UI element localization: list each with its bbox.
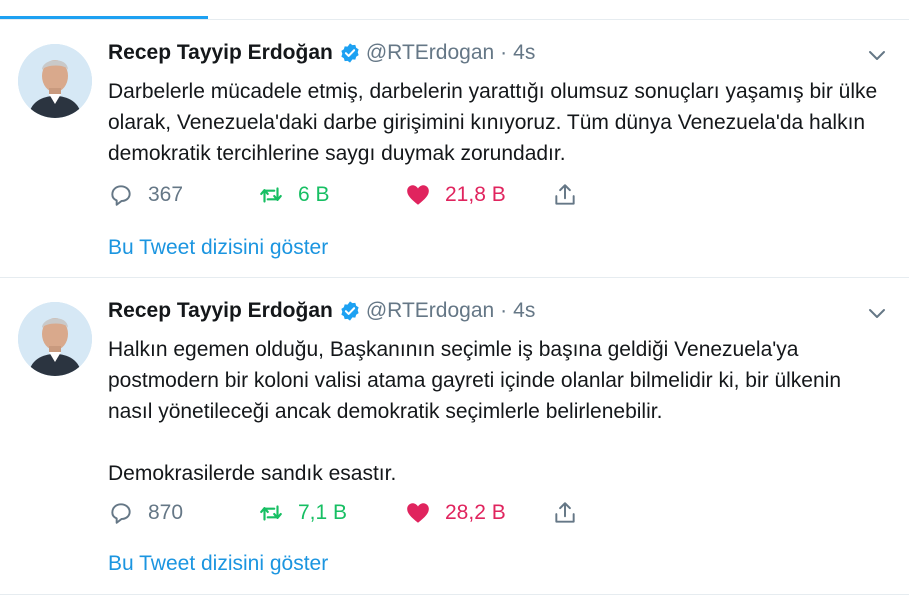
retweet-button[interactable]: 7,1 B <box>258 498 347 528</box>
share-icon <box>555 502 575 523</box>
verified-badge-icon <box>341 43 359 63</box>
reply-icon <box>111 503 131 524</box>
display-name[interactable]: Recep Tayyip Erdoğan <box>108 41 333 65</box>
reply-button[interactable]: 870 <box>108 498 183 528</box>
like-count: 28,2 B <box>445 501 506 524</box>
user-handle[interactable]: @RTErdogan <box>366 41 494 65</box>
tweet-header: Recep Tayyip Erdoğan @RTErdogan · 4s <box>108 41 535 65</box>
timestamp[interactable]: 4s <box>513 41 535 65</box>
show-thread-link[interactable]: Bu Tweet dizisini göster <box>108 236 328 260</box>
user-handle[interactable]: @RTErdogan <box>366 299 494 323</box>
show-thread-link[interactable]: Bu Tweet dizisini göster <box>108 552 328 576</box>
tweet-header: Recep Tayyip Erdoğan @RTErdogan · 4s <box>108 299 535 323</box>
tweet-actions: 870 7,1 B 28,2 B <box>108 498 628 528</box>
reply-count: 870 <box>148 501 184 524</box>
tweet[interactable]: Recep Tayyip Erdoğan @RTErdogan · 4s Dar… <box>0 20 909 278</box>
like-button[interactable]: 21,8 B <box>405 180 506 210</box>
avatar[interactable] <box>18 302 92 376</box>
separator-dot: · <box>500 299 508 322</box>
heart-icon <box>407 185 429 205</box>
like-count: 21,8 B <box>445 183 506 206</box>
heart-icon <box>407 503 429 523</box>
share-icon <box>555 184 575 205</box>
share-button[interactable] <box>552 498 592 528</box>
reply-button[interactable]: 367 <box>108 180 183 210</box>
verified-badge-icon <box>341 301 359 321</box>
reply-icon <box>111 185 131 206</box>
display-name[interactable]: Recep Tayyip Erdoğan <box>108 299 333 323</box>
tweet-text: Halkın egemen olduğu, Başkanının seçimle… <box>108 338 842 485</box>
share-button[interactable] <box>552 180 592 210</box>
timestamp[interactable]: 4s <box>513 299 535 323</box>
retweet-icon <box>260 505 282 521</box>
retweet-button[interactable]: 6 B <box>258 180 330 210</box>
chevron-down-icon[interactable] <box>867 48 887 62</box>
like-button[interactable]: 28,2 B <box>405 498 506 528</box>
avatar-image <box>18 302 92 376</box>
avatar[interactable] <box>18 44 92 118</box>
tweet[interactable]: Recep Tayyip Erdoğan @RTErdogan · 4s Hal… <box>0 278 909 595</box>
retweet-icon <box>260 187 282 203</box>
retweet-count: 7,1 B <box>298 501 348 524</box>
retweet-count: 6 B <box>298 183 330 206</box>
chevron-down-icon[interactable] <box>867 306 887 320</box>
avatar-image <box>18 44 92 118</box>
reply-count: 367 <box>148 183 184 206</box>
tweet-text: Darbelerle mücadele etmiş, darbelerin ya… <box>108 80 884 165</box>
tweet-actions: 367 6 B 21,8 B <box>108 180 628 210</box>
separator-dot: · <box>500 41 508 64</box>
